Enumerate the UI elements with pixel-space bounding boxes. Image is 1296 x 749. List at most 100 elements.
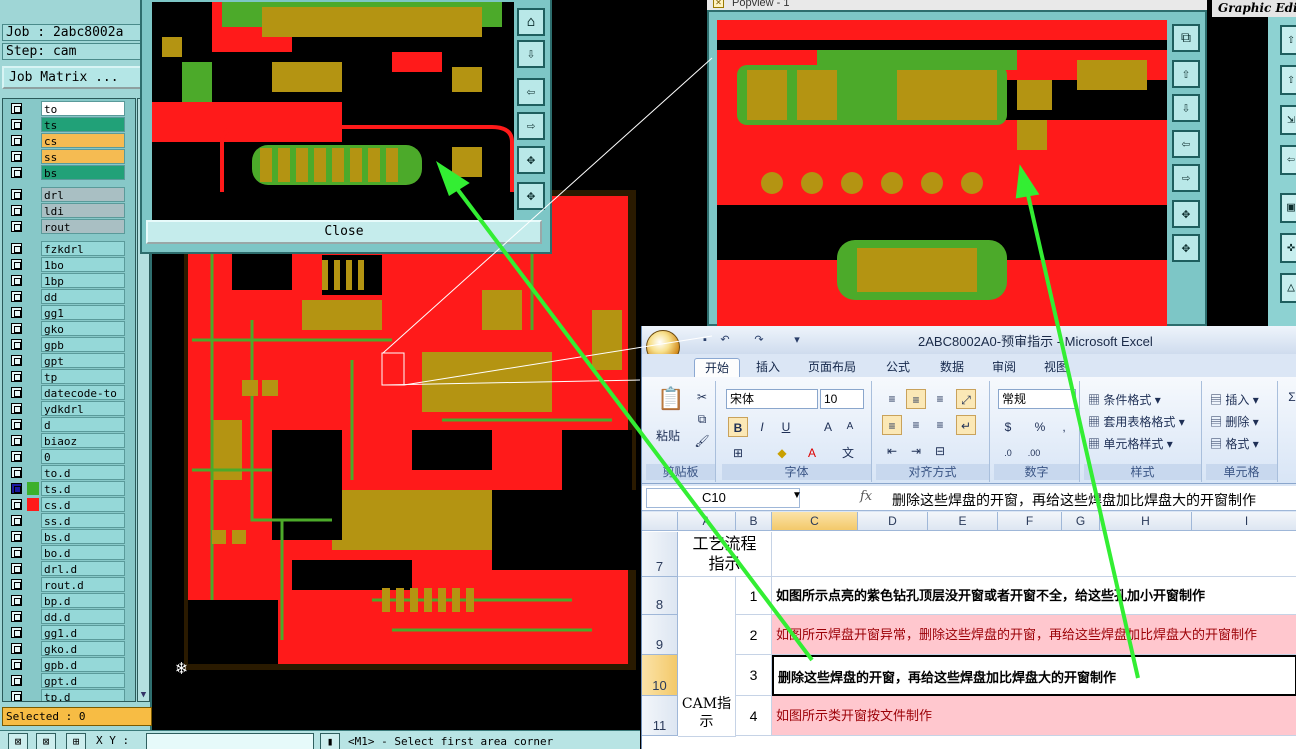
layer-name-label[interactable]: bo.d [41,545,125,560]
layer-row[interactable]: gg1 [5,305,125,320]
layer-name-label[interactable]: drl.d [41,561,125,576]
layer-checkbox[interactable] [11,419,22,430]
layer-row[interactable]: gko [5,321,125,336]
tab-3[interactable]: 公式 [886,358,910,377]
autosum-icon[interactable]: Σ [1282,387,1296,407]
layer-row[interactable]: ts [5,117,125,132]
delete-cells-button[interactable]: ▤ 删除 ▾ [1210,413,1259,430]
layer-row[interactable]: gko.d [5,641,125,656]
excel-titlebar[interactable]: ▪ ↶ ↷ ▾ 2ABC8002A0-预审指示 - Microsoft Exce… [642,326,1296,354]
column-header[interactable]: C [772,512,858,531]
layer-name-label[interactable]: to [41,101,125,116]
layer-row[interactable]: ldi [5,203,125,218]
layer-checkbox[interactable] [11,243,22,254]
layer-name-label[interactable]: gg1.d [41,625,125,640]
cut-icon[interactable]: ✂ [692,387,712,407]
tab-6[interactable]: 视图 [1044,358,1068,377]
layer-name-label[interactable]: drl [41,187,125,202]
cell-c[interactable] [772,532,1296,577]
column-header[interactable]: H [1100,512,1192,531]
pan-up-icon[interactable]: ⇧ [1280,65,1296,95]
layer-checkbox[interactable] [11,119,22,130]
fill-color-icon[interactable]: ◆ [772,443,792,463]
layer-name-label[interactable]: tp [41,369,125,384]
pan-left-icon[interactable]: ⇦ [1280,145,1296,175]
tab-4[interactable]: 数据 [940,358,964,377]
layer-name-label[interactable]: ss [41,149,125,164]
layer-checkbox[interactable] [11,259,22,270]
layer-checkbox[interactable] [11,167,22,178]
layer-name-label[interactable]: ydkdrl [41,401,125,416]
format-as-table-button[interactable]: ▦ 套用表格格式 ▾ [1088,413,1185,430]
align-left-icon[interactable]: ≡ [882,415,902,435]
layer-row[interactable]: gpt.d [5,673,125,688]
cell-b[interactable]: 1 [736,577,772,615]
layer-row[interactable]: to.d [5,465,125,480]
layer-checkbox[interactable] [11,499,22,510]
pan-left-icon[interactable]: ⇦ [517,78,545,106]
customize-icon[interactable]: ▾ [790,333,804,347]
layer-checkbox[interactable] [11,205,22,216]
comma-icon[interactable]: , [1054,417,1074,437]
layer-row[interactable]: d [5,417,125,432]
process-instruction-header[interactable]: 工艺流程指示 [678,532,772,577]
layer-checkbox[interactable] [11,355,22,366]
increase-decimal-icon[interactable]: .0 [998,443,1018,463]
tab-1[interactable]: 插入 [756,358,780,377]
orientation-icon[interactable]: ⤢ [956,389,976,409]
cell-b[interactable]: 2 [736,615,772,655]
layer-checkbox[interactable] [11,483,22,494]
layer-row[interactable]: to [5,101,125,116]
layer-checkbox[interactable] [11,151,22,162]
layer-checkbox[interactable] [11,611,22,622]
layer-checkbox[interactable] [11,323,22,334]
cell-styles-button[interactable]: ▦ 单元格样式 ▾ [1088,435,1173,452]
grow-font-icon[interactable]: A [818,417,838,437]
layer-checkbox[interactable] [11,675,22,686]
layer-name-label[interactable]: datecode-to [41,385,125,400]
font-name-select[interactable]: 宋体 [726,389,818,409]
layer-name-label[interactable]: biaoz [41,433,125,448]
format-painter-icon[interactable]: 🖌 [692,431,712,451]
column-header[interactable]: B [736,512,772,531]
layer-row[interactable]: bs.d [5,529,125,544]
tab-2[interactable]: 页面布局 [808,358,856,377]
layer-row[interactable]: gpb.d [5,657,125,672]
layer-row[interactable]: bo.d [5,545,125,560]
layer-checkbox[interactable] [11,563,22,574]
layer-row[interactable]: drl [5,187,125,202]
layer-name-label[interactable]: gpb.d [41,657,125,672]
select-all-corner[interactable] [642,512,678,531]
pan-left-icon[interactable]: ⇦ [1172,130,1200,158]
layer-name-label[interactable]: gpt [41,353,125,368]
align-middle-icon[interactable]: ≡ [906,389,926,409]
column-header[interactable]: D [858,512,928,531]
font-color-icon[interactable]: A [802,443,822,463]
layer-checkbox[interactable] [11,403,22,414]
job-matrix-button[interactable]: Job Matrix ... [2,66,150,89]
layer-row[interactable]: 1bo [5,257,125,272]
layer-row[interactable]: bp.d [5,593,125,608]
layer-name-label[interactable]: cs [41,133,125,148]
layer-checkbox[interactable] [11,547,22,558]
layer-name-label[interactable]: ts [41,117,125,132]
layer-checkbox[interactable] [11,531,22,542]
layer-name-label[interactable]: d [41,417,125,432]
layer-checkbox[interactable] [11,275,22,286]
paste-icon[interactable]: 📋 [656,388,686,423]
zoom-home-icon[interactable]: ⌂ [517,8,545,36]
cell-c[interactable]: 如图所示类开窗按文件制作 [772,696,1296,736]
snap-icon[interactable]: ⊠ [8,733,28,749]
layer-row[interactable]: ss.d [5,513,125,528]
cell-b[interactable]: 3 [736,655,772,696]
name-box-dropdown-icon[interactable]: ▼ [792,490,802,501]
format-cells-button[interactable]: ▤ 格式 ▾ [1210,435,1259,452]
zoom-all-icon[interactable]: ✥ [517,182,545,210]
paste-button[interactable]: 粘贴 [656,427,680,444]
decrease-decimal-icon[interactable]: .00 [1024,443,1044,463]
pan-right-icon[interactable]: ⇨ [1172,164,1200,192]
column-header[interactable]: F [998,512,1062,531]
layer-checkbox[interactable] [11,387,22,398]
layer-checkbox[interactable] [11,659,22,670]
layer-row[interactable]: rout [5,219,125,234]
